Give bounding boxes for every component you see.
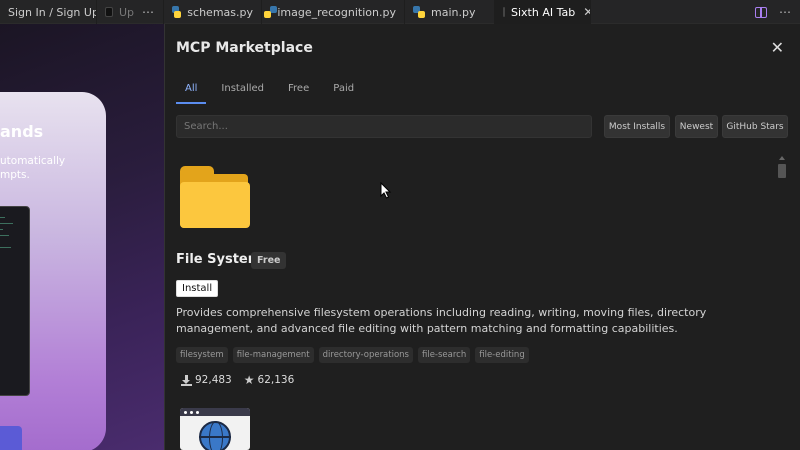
item-stats: 92,483 ★ 62,136 (181, 373, 306, 387)
promo-screenshot (0, 206, 30, 396)
stars-stat: ★ 62,136 (244, 373, 295, 387)
sort-github-stars-button[interactable]: GitHub Stars (722, 115, 788, 138)
tag[interactable]: file-management (232, 347, 314, 363)
tab-paid[interactable]: Paid (324, 80, 363, 104)
scroll-up-arrow-icon[interactable] (779, 156, 785, 160)
downloads-count: 92,483 (195, 374, 232, 386)
filter-tabs: All Installed Free Paid (176, 80, 369, 104)
modal-title: MCP Marketplace (176, 40, 313, 56)
tab-schemas[interactable]: schemas.py (164, 0, 262, 24)
close-icon[interactable]: ✕ (583, 5, 590, 19)
item-description: Provides comprehensive filesystem operat… (176, 306, 707, 335)
tab-sixth-ai[interactable]: Sixth AI Tab ✕ (495, 0, 591, 24)
split-editor-icon[interactable] (755, 6, 767, 18)
python-icon (262, 6, 280, 18)
tab-main[interactable]: main.py (405, 0, 495, 24)
tab-label: Sign In / Sign Up (8, 5, 97, 19)
stars-count: 62,136 (257, 374, 295, 386)
price-badge: Free (251, 252, 287, 269)
app-icon (105, 7, 113, 17)
item-name: File System (176, 252, 262, 267)
tag[interactable]: file-search (417, 347, 471, 363)
tag[interactable]: filesystem (176, 347, 228, 363)
folder-icon (180, 166, 250, 228)
python-icon (172, 6, 182, 18)
search-input[interactable] (176, 115, 592, 138)
background-panel: ands utomatically mpts. (0, 24, 164, 450)
promo-title: ands (0, 122, 44, 141)
tag[interactable]: directory-operations (318, 347, 413, 363)
tab-installed[interactable]: Installed (212, 80, 273, 104)
tab-label: image_recognition.py (277, 5, 396, 19)
app-icon (503, 7, 505, 17)
tab-label: Sixth AI Tab (511, 5, 576, 19)
tab-free[interactable]: Free (279, 80, 318, 104)
mouse-cursor-icon (380, 182, 392, 199)
close-button[interactable]: ✕ (771, 38, 784, 57)
scrollbar[interactable] (778, 156, 786, 446)
more-icon[interactable]: ⋯ (779, 5, 792, 19)
promo-button[interactable] (0, 426, 22, 450)
promo-card: ands utomatically mpts. (0, 92, 106, 450)
more-icon[interactable]: ⋯ (142, 5, 155, 19)
editor-tab-bar: Sign In / Sign Up ✕ Up ⋯ schemas.py imag… (0, 0, 800, 24)
tab-label: Up (118, 5, 134, 19)
install-button[interactable]: Install (176, 280, 219, 297)
tabbar-actions: ⋯ (755, 0, 792, 24)
mcp-marketplace-modal: MCP Marketplace ✕ All Installed Free Pai… (164, 24, 800, 450)
sort-newest-button[interactable]: Newest (675, 115, 718, 138)
promo-text-line: utomatically (0, 155, 66, 167)
star-icon: ★ (243, 373, 255, 387)
browser-globe-icon (180, 408, 250, 450)
tab-image-recognition[interactable]: image_recognition.py (262, 0, 405, 24)
tab-sign-in[interactable]: Sign In / Sign Up ✕ (0, 0, 97, 24)
tab-label: main.py (431, 5, 476, 19)
tab-all[interactable]: All (176, 80, 207, 104)
sort-most-installs-button[interactable]: Most Installs (604, 115, 670, 138)
download-icon (181, 374, 192, 386)
promo-text: utomatically mpts. (0, 154, 65, 182)
scroll-thumb[interactable] (778, 164, 786, 178)
tab-up[interactable]: Up ⋯ (97, 0, 164, 24)
tag[interactable]: file-editing (475, 347, 529, 363)
python-icon (413, 6, 425, 18)
tag-list: filesystem file-management directory-ope… (176, 347, 529, 363)
downloads-stat: 92,483 (181, 374, 232, 386)
tab-label: schemas.py (187, 5, 253, 19)
promo-text-line: mpts. (0, 169, 30, 181)
